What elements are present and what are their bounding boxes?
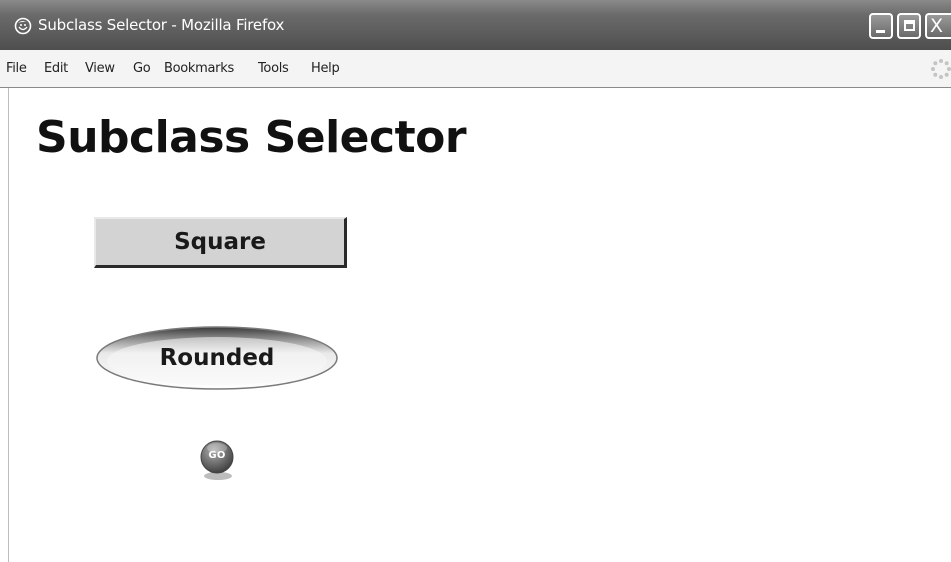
close-icon: X bbox=[930, 15, 944, 37]
menu-tools[interactable]: Tools bbox=[258, 61, 289, 76]
menu-help[interactable]: Help bbox=[311, 61, 340, 76]
browser-window: Subclass Selector - Mozilla Firefox X Fi… bbox=[0, 0, 951, 562]
go-button[interactable]: GO bbox=[199, 438, 237, 482]
menu-file[interactable]: File bbox=[6, 61, 27, 76]
menu-bookmarks[interactable]: Bookmarks bbox=[164, 61, 234, 76]
menu-bar: File Edit View Go Bookmarks Tools Help bbox=[0, 50, 951, 88]
menu-go[interactable]: Go bbox=[133, 61, 151, 76]
throbber-icon bbox=[931, 59, 951, 79]
square-button[interactable]: Square bbox=[94, 217, 347, 268]
maximize-icon bbox=[904, 20, 915, 31]
rounded-button[interactable]: Rounded bbox=[95, 325, 339, 391]
window-title: Subclass Selector - Mozilla Firefox bbox=[38, 16, 285, 34]
title-bar[interactable]: Subclass Selector - Mozilla Firefox X bbox=[0, 0, 951, 50]
go-button-label: GO bbox=[208, 450, 226, 461]
page-content: Subclass Selector Square Rounded GO bbox=[8, 88, 951, 562]
maximize-button[interactable] bbox=[897, 13, 921, 39]
menu-edit[interactable]: Edit bbox=[44, 61, 68, 76]
rounded-button-label: Rounded bbox=[159, 345, 275, 371]
menu-view[interactable]: View bbox=[85, 61, 115, 76]
page-title: Subclass Selector bbox=[36, 112, 467, 163]
close-button[interactable]: X bbox=[925, 13, 951, 39]
minimize-icon bbox=[876, 30, 885, 33]
firefox-icon bbox=[14, 17, 32, 35]
minimize-button[interactable] bbox=[869, 13, 893, 39]
